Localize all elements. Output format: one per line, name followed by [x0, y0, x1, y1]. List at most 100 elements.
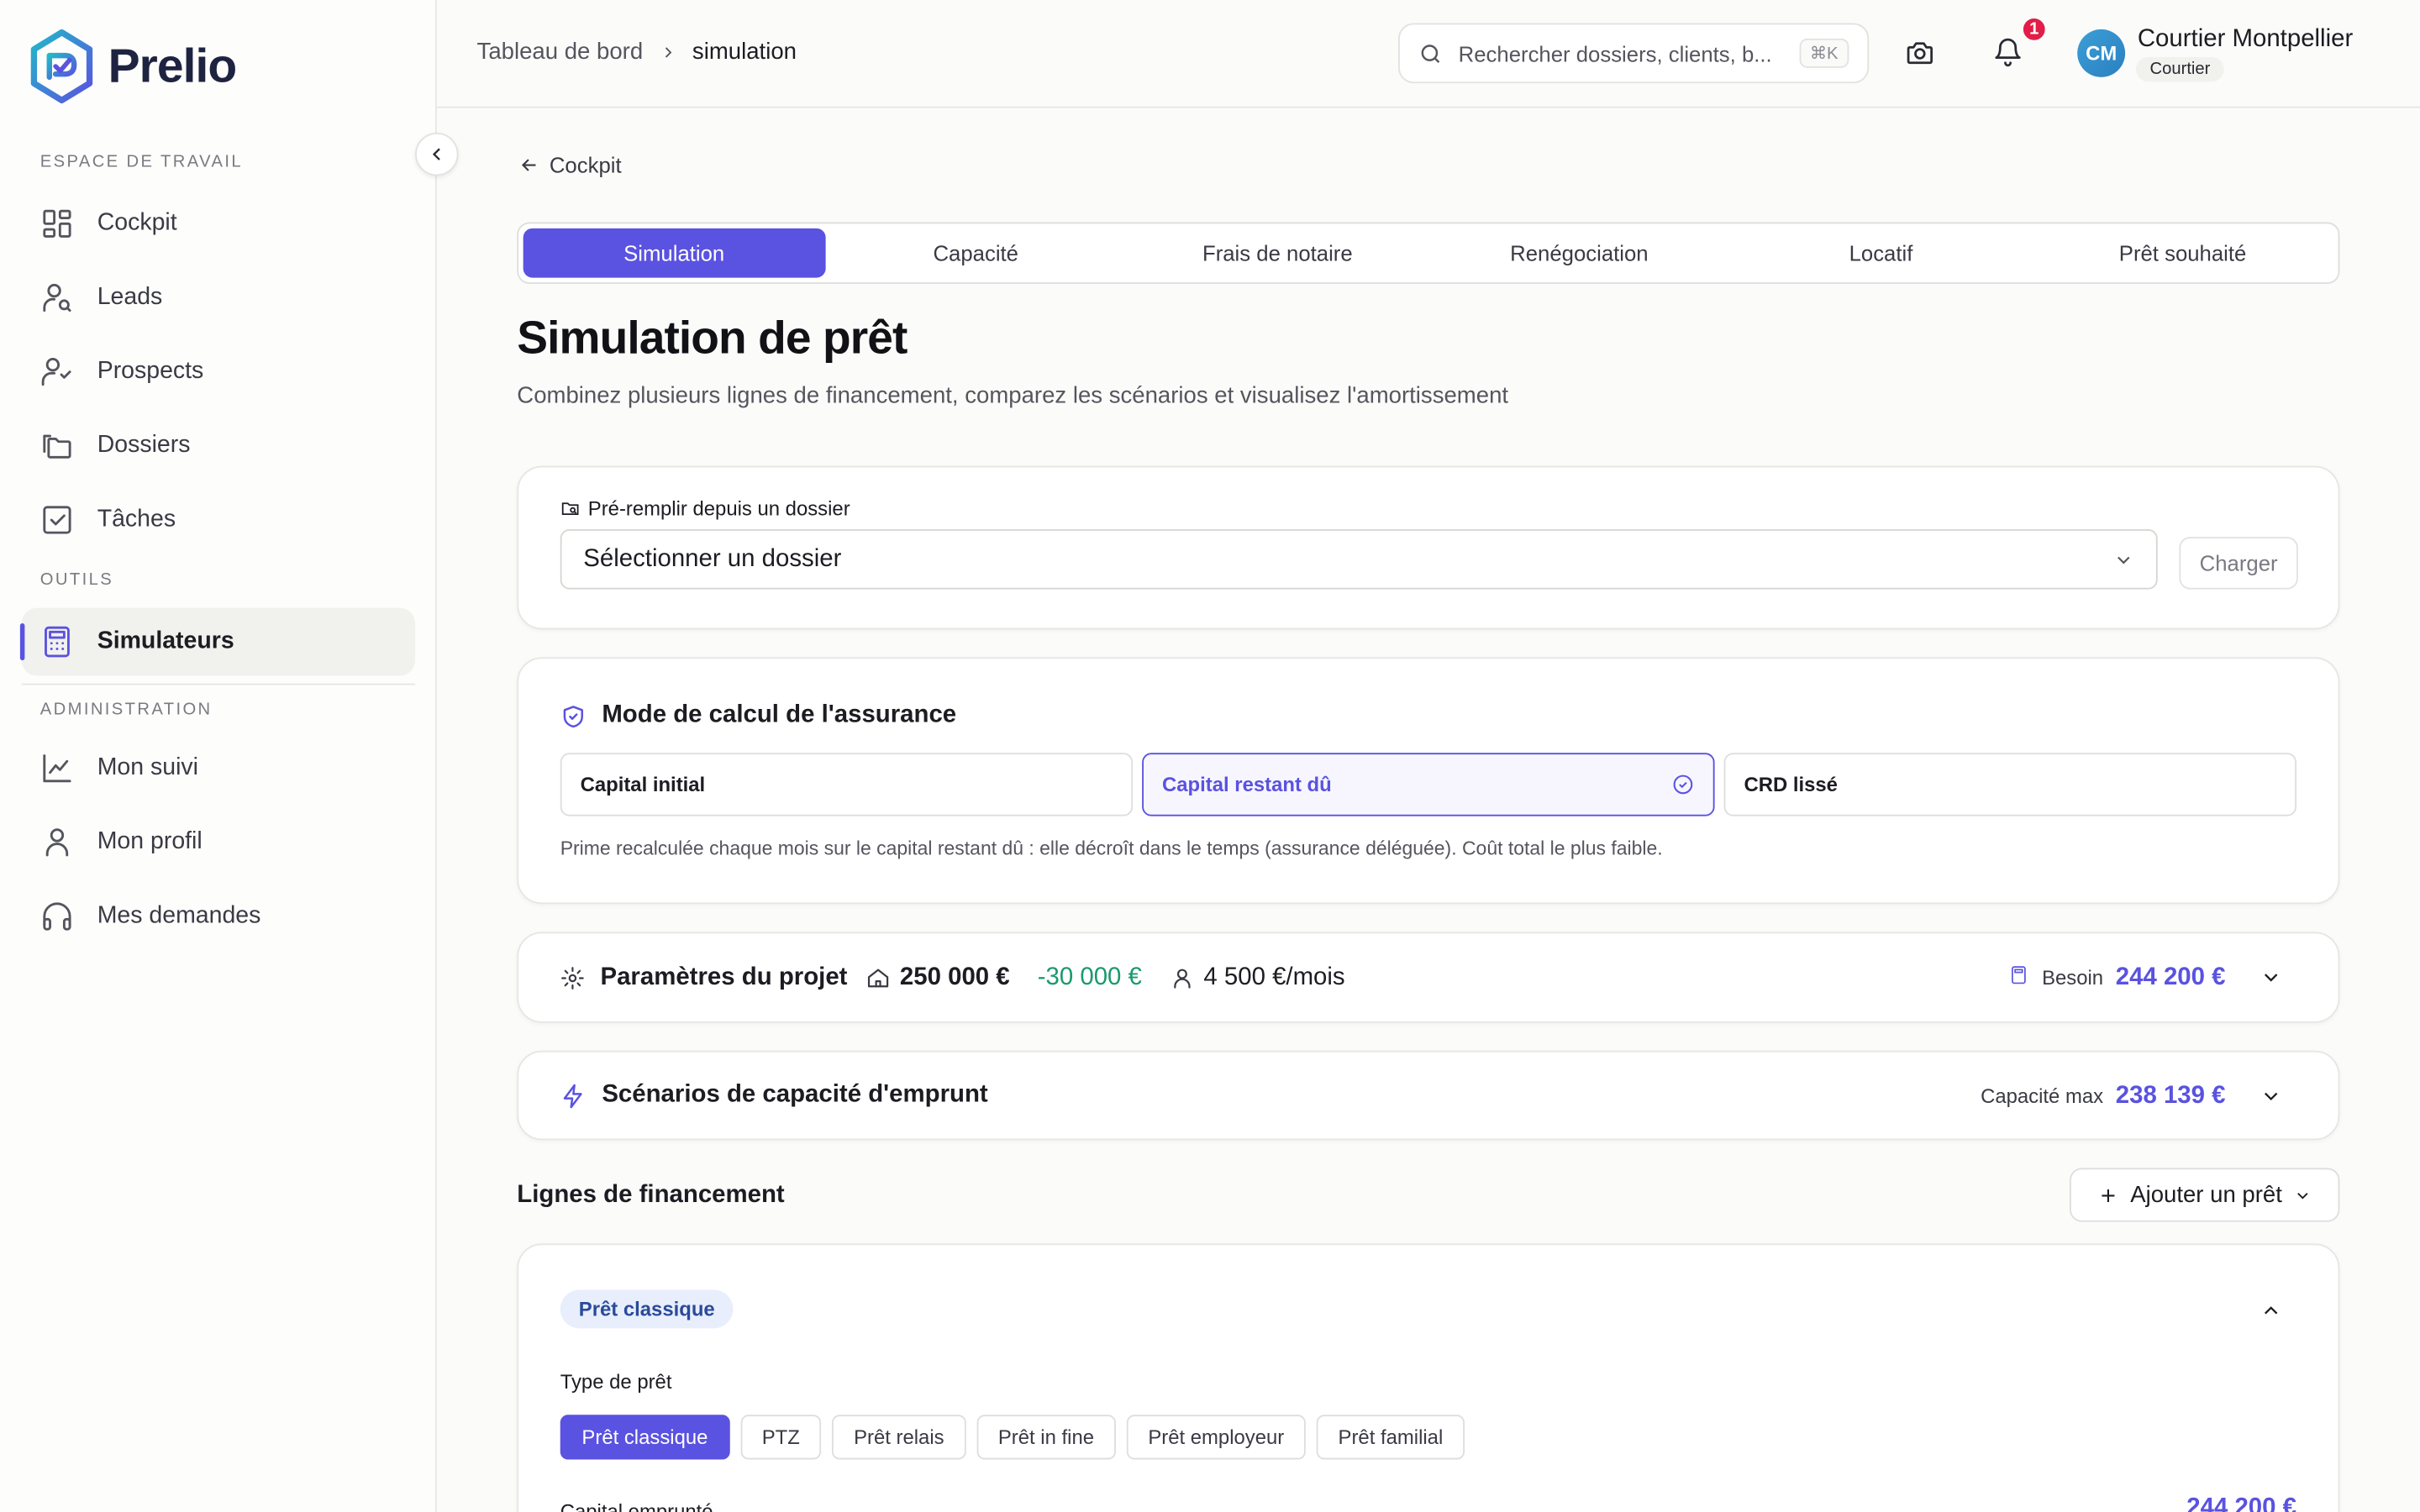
chevron-up-icon: [2265, 1306, 2278, 1315]
sidebar: Prelio ESPACE DE TRAVAIL Cockpit Leads P…: [0, 0, 437, 1512]
loan-line-card: Prêt classique Type de prêt Prêt classiq…: [517, 1243, 2340, 1512]
sidebar-item-cockpit[interactable]: Cockpit: [22, 190, 415, 258]
chart-line-icon: [43, 754, 71, 783]
sidebar-item-label: Mon profil: [97, 828, 203, 855]
section-label-admin: ADMINISTRATION: [39, 700, 213, 719]
prefill-card: Pré-remplir depuis un dossier Sélectionn…: [517, 465, 2340, 630]
loan-type-pret-employeur[interactable]: Prêt employeur: [1126, 1415, 1306, 1460]
sidebar-item-label: Tâches: [97, 506, 176, 533]
tab-pret-souhaite[interactable]: Prêt souhaité: [2032, 228, 2333, 278]
notifications-button[interactable]: [1992, 37, 2026, 71]
scenarios-title: Scénarios de capacité d'emprunt: [560, 1082, 988, 1110]
tab-simulation[interactable]: Simulation: [523, 228, 825, 278]
collapse-loan-button[interactable]: [2260, 1299, 2283, 1331]
insurance-option-capital-initial[interactable]: Capital initial: [560, 753, 1134, 816]
project-params-summary: Paramètres du projet 250 000 € -30 000 €…: [560, 933, 1345, 1021]
add-loan-label: Ajouter un prêt: [2130, 1181, 2282, 1209]
loan-type-pret-classique[interactable]: Prêt classique: [560, 1415, 730, 1460]
load-button[interactable]: Charger: [2179, 537, 2298, 590]
page-subtitle: Combinez plusieurs lignes de financement…: [517, 382, 1509, 409]
max-capacity-label: Capacité max: [1981, 1084, 2104, 1108]
sidebar-item-mes-demandes[interactable]: Mes demandes: [22, 883, 415, 951]
dossier-select[interactable]: Sélectionner un dossier: [560, 528, 2158, 590]
plus-icon: [2102, 1189, 2115, 1202]
project-params-card[interactable]: Paramètres du projet 250 000 € -30 000 €…: [517, 932, 2340, 1023]
search-input[interactable]: Rechercher dossiers, clients, b... ⌘K: [1398, 23, 1870, 84]
lightning-icon: [563, 1083, 582, 1108]
section-label-tools: OUTILS: [39, 570, 114, 590]
option-label: CRD lissé: [1744, 773, 1838, 796]
sidebar-item-leads[interactable]: Leads: [22, 264, 415, 332]
logo-icon: [30, 29, 93, 104]
sidebar-item-mon-profil[interactable]: Mon profil: [22, 808, 415, 876]
sidebar-item-dossiers[interactable]: Dossiers: [22, 412, 415, 480]
home-icon: [868, 968, 889, 987]
user-icon: [45, 828, 69, 857]
chevron-down-icon: [2296, 1192, 2307, 1199]
financing-title: Lignes de financement: [517, 1181, 785, 1209]
section-label-workspace: ESPACE DE TRAVAIL: [39, 152, 243, 171]
loan-type-pret-in-fine[interactable]: Prêt in fine: [976, 1415, 1116, 1460]
prefill-label: Pré-remplir depuis un dossier: [560, 496, 850, 520]
logo[interactable]: Prelio: [28, 28, 238, 105]
back-label: Cockpit: [549, 152, 622, 178]
tab-renegociation[interactable]: Renégociation: [1428, 228, 1730, 278]
camera-button[interactable]: [1904, 37, 1938, 71]
insurance-option-capital-restant-du[interactable]: Capital restant dû: [1142, 753, 1715, 816]
calculator-icon: [45, 626, 70, 658]
loan-type-pret-familial[interactable]: Prêt familial: [1316, 1415, 1465, 1460]
sidebar-item-simulateurs[interactable]: Simulateurs: [19, 607, 416, 676]
project-params-title: Paramètres du projet: [600, 963, 848, 990]
scenarios-card[interactable]: Scénarios de capacité d'emprunt Capacité…: [517, 1050, 2340, 1141]
back-link[interactable]: Cockpit: [518, 152, 622, 178]
sidebar-item-prospects[interactable]: Prospects: [22, 338, 415, 406]
capital-label: Capital emprunté: [560, 1499, 713, 1512]
search-shortcut: ⌘K: [1798, 38, 1849, 68]
loan-type-options: Prêt classique PTZ Prêt relais Prêt in f…: [560, 1415, 1465, 1460]
need-label: Besoin: [2042, 965, 2104, 990]
option-label: Capital initial: [580, 773, 706, 796]
insurance-title: Mode de calcul de l'assurance: [560, 702, 956, 730]
check-circle-icon: [1673, 774, 1693, 795]
prefill-label-text: Pré-remplir depuis un dossier: [587, 496, 850, 520]
chevron-down-icon: [2118, 555, 2130, 564]
tab-locatif[interactable]: Locatif: [1730, 228, 2032, 278]
avatar[interactable]: CM: [2077, 29, 2126, 77]
loan-type-ptz[interactable]: PTZ: [739, 1415, 822, 1460]
insurance-card: Mode de calcul de l'assurance Capital in…: [517, 657, 2340, 905]
main-content: Cockpit Simulation Capacité Frais de not…: [437, 108, 2420, 1512]
chevron-left-icon: [432, 148, 440, 160]
project-contribution: -30 000 €: [1037, 963, 1142, 990]
top-header: Tableau de bord simulation Rechercher do…: [436, 0, 2420, 108]
loan-type-pill: Prêt classique: [560, 1289, 734, 1329]
breadcrumb-parent[interactable]: Tableau de bord: [477, 39, 644, 65]
loan-type-label: Type de prêt: [560, 1369, 672, 1394]
sidebar-item-label: Cockpit: [97, 209, 177, 237]
max-capacity-summary: Capacité max 238 139 €: [1981, 1053, 2282, 1141]
sidebar-collapse-button[interactable]: [415, 132, 459, 176]
sidebar-item-taches[interactable]: Tâches: [22, 486, 415, 554]
tab-frais-de-notaire[interactable]: Frais de notaire: [1127, 228, 1428, 278]
need-summary: Besoin 244 200 €: [2008, 933, 2283, 1021]
option-label: Capital restant dû: [1162, 773, 1332, 796]
capital-value: 244 200 €: [2186, 1494, 2297, 1512]
simulator-tabs: Simulation Capacité Frais de notaire Ren…: [517, 222, 2340, 284]
user-icon: [1173, 968, 1191, 988]
add-loan-button[interactable]: Ajouter un prêt: [2070, 1168, 2340, 1222]
chevron-down-icon[interactable]: [2260, 1084, 2283, 1108]
insurance-note: Prime recalculée chaque mois sur le capi…: [560, 837, 1663, 860]
user-name[interactable]: Courtier Montpellier: [2138, 26, 2353, 54]
app-root: Prelio ESPACE DE TRAVAIL Cockpit Leads P…: [0, 0, 2420, 1512]
insurance-option-crd-lisse[interactable]: CRD lissé: [1723, 753, 2297, 816]
need-value: 244 200 €: [2115, 963, 2226, 990]
logo-text: Prelio: [108, 38, 238, 93]
chevron-down-icon[interactable]: [2260, 966, 2283, 990]
divider: [21, 683, 416, 685]
loan-type-pret-relais[interactable]: Prêt relais: [832, 1415, 966, 1460]
search-icon: [1421, 44, 1440, 63]
sidebar-item-label: Mes demandes: [97, 902, 261, 929]
tab-capacite[interactable]: Capacité: [825, 228, 1127, 278]
sidebar-item-mon-suivi[interactable]: Mon suivi: [22, 734, 415, 802]
shield-check-icon: [563, 705, 583, 727]
sidebar-item-label: Dossiers: [97, 432, 191, 459]
